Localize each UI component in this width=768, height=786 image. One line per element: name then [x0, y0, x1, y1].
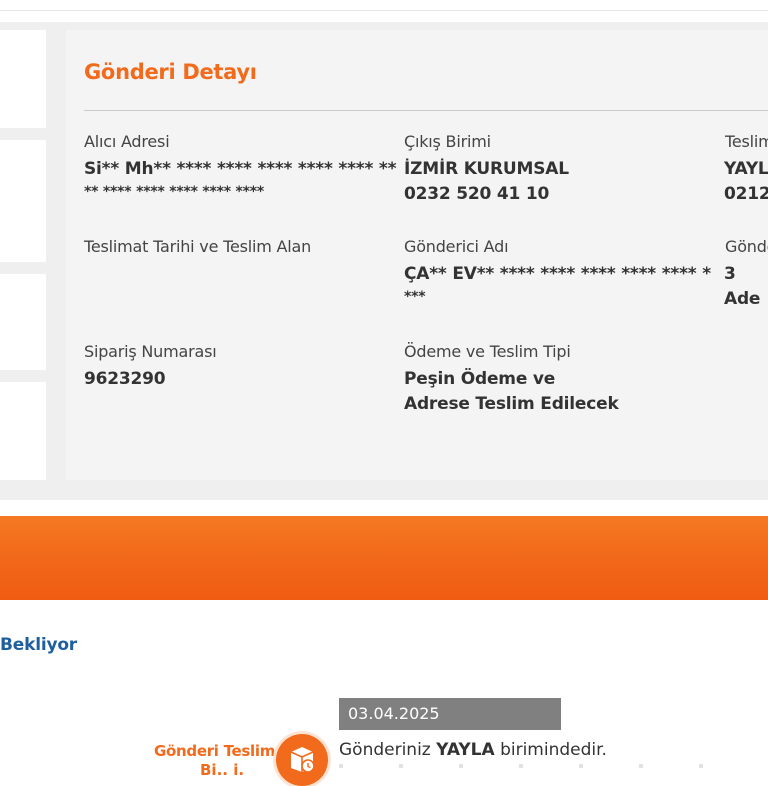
- recipient-address-value: Si** Mh** **** **** **** **** **** **: [84, 159, 397, 179]
- payment-type-value: Peşin Ödeme ve: [404, 369, 556, 389]
- timeline-step-label-line2: Bi.. i.: [200, 761, 245, 779]
- top-divider: [0, 10, 768, 11]
- delivery-date-label: Teslimat Tarihi ve Teslim Alan: [84, 237, 312, 256]
- status-text: Bekliyor: [0, 635, 77, 655]
- side-card-3: [0, 274, 46, 370]
- side-card-4: [0, 382, 46, 480]
- delivery-unit-phone: 0212: [724, 184, 768, 204]
- order-number-value: 9623290: [84, 369, 166, 389]
- title-divider: [84, 110, 768, 111]
- recipient-address-label: Alıcı Adresi: [84, 132, 170, 151]
- shipment-detail-title: Gönderi Detayı: [84, 60, 257, 84]
- origin-unit-label: Çıkış Birimi: [404, 132, 491, 151]
- recipient-address-value-line2: ** **** **** **** **** ****: [84, 184, 265, 200]
- side-card-2: [0, 140, 46, 262]
- delivery-unit-value: YAYL: [724, 159, 768, 179]
- timeline-cutoff-text: [339, 764, 759, 768]
- side-card-1: [0, 30, 46, 128]
- order-number-label: Sipariş Numarası: [84, 342, 217, 361]
- piece-count-value: 3 Ade: [724, 264, 761, 309]
- delivery-box-icon: [276, 734, 328, 786]
- message-unit-name: YAYLA: [436, 740, 495, 760]
- timeline-step-label: Gönderi Teslimat: [154, 742, 292, 760]
- orange-status-band: [0, 516, 768, 600]
- delivery-unit-label: Teslim: [725, 132, 768, 151]
- sender-name-label: Gönderici Adı: [404, 237, 509, 256]
- piece-count-label: Gönde: [725, 237, 768, 256]
- payment-type-label: Ödeme ve Teslim Tipi: [404, 342, 571, 361]
- message-prefix: Gönderiniz: [339, 740, 431, 760]
- timeline-step-message: Gönderiniz YAYLA birimindedir.: [339, 740, 607, 760]
- origin-unit-phone: 0232 520 41 10: [404, 184, 550, 204]
- sender-name-value-line2: ***: [404, 289, 426, 305]
- timeline-date-badge: 03.04.2025: [339, 698, 561, 730]
- sender-name-value: ÇA** EV** **** **** **** **** **** *: [404, 264, 711, 284]
- origin-unit-value: İZMİR KURUMSAL: [404, 159, 569, 179]
- payment-type-value-line2: Adrese Teslim Edilecek: [404, 394, 619, 414]
- message-suffix: birimindedir.: [500, 740, 607, 760]
